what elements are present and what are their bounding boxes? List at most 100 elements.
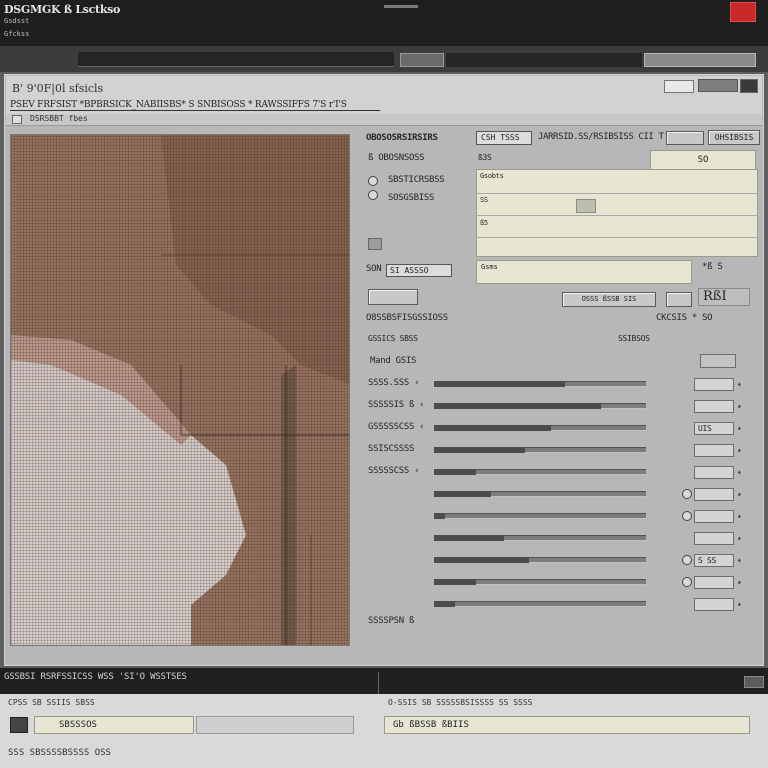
options-list-field[interactable] xyxy=(476,169,758,257)
section-sub-label: GSSICS SBSS xyxy=(368,334,418,343)
header-path: PSEV FRFSIST *BPBRSICK_NABIISBS* S SNBIS… xyxy=(10,100,347,110)
options-list-item[interactable]: Gsobts xyxy=(480,172,504,180)
action-button-right[interactable]: RßI xyxy=(698,288,750,306)
stepper-arrow-icon[interactable]: ▴ xyxy=(737,533,742,542)
slider-fill xyxy=(434,403,601,409)
toolbar-button[interactable] xyxy=(644,53,756,67)
slider-fill xyxy=(434,513,445,519)
options-list-divider xyxy=(476,193,758,194)
toolbar-slot[interactable] xyxy=(446,53,642,67)
section-heading: O8SSBSFISGSSIOSS xyxy=(366,313,448,323)
slider-label: SSSS.SSS ‹ xyxy=(368,378,420,388)
last-setting-label: SSSSPSN ß xyxy=(368,616,415,626)
action-button-middle[interactable]: OSSS ßSSB SIS xyxy=(562,292,656,307)
options-list-divider xyxy=(476,215,758,216)
stepper-arrow-icon[interactable]: ▴ xyxy=(737,423,742,432)
mode-dropdown[interactable]: CSH TSSS xyxy=(476,131,532,145)
slider-value-stepper[interactable] xyxy=(694,532,734,545)
field-side-label: *ß S xyxy=(702,262,723,272)
stepper-arrow-icon[interactable]: ▴ xyxy=(737,511,742,520)
action-button-small[interactable] xyxy=(666,292,692,307)
options-list-divider xyxy=(476,237,758,238)
options-list-item[interactable]: SS xyxy=(480,196,488,204)
section-mode-label: Mand GSIS xyxy=(370,356,417,366)
footer-input-left-secondary[interactable] xyxy=(196,716,354,734)
crop-dropdown[interactable]: SI ASSSO xyxy=(386,264,452,277)
window-button-maximize[interactable] xyxy=(698,79,738,92)
section-sub-value: SSIBSOS xyxy=(618,334,650,343)
slider-value-stepper[interactable] xyxy=(694,576,734,589)
slider-fill xyxy=(434,557,529,563)
radio-option-2-label: SOSGSBISS xyxy=(388,193,435,203)
window-title: B' 9'0F|0l sfsicls xyxy=(12,82,104,95)
slider-toggle[interactable] xyxy=(682,489,692,499)
settings-heading: OBOSOSRSIRSIRS xyxy=(366,133,438,143)
slider-value-stepper[interactable] xyxy=(694,378,734,391)
slider-value-stepper[interactable]: S SS xyxy=(694,554,734,567)
slider-label: SSISCSSSS xyxy=(368,444,415,454)
stepper-arrow-icon[interactable]: ▴ xyxy=(737,555,742,564)
slider-toggle[interactable] xyxy=(682,511,692,521)
settings-options-button[interactable]: OHSIBSIS xyxy=(708,130,760,145)
slider-value-stepper[interactable] xyxy=(694,488,734,501)
title-sub-line-2: Gfckss xyxy=(4,30,30,38)
window-button-minimize[interactable] xyxy=(664,80,694,93)
footer-input-right[interactable]: Gb ßBSSB ßBIIS xyxy=(384,716,750,734)
radio-option-1-label: SBSTICRSBSS xyxy=(388,175,445,185)
stepper-arrow-icon[interactable]: ▴ xyxy=(737,379,742,388)
stepper-arrow-icon[interactable]: ▴ xyxy=(737,467,742,476)
image-icon xyxy=(576,199,596,213)
slider-label: GSSSSSCSS ‹ xyxy=(368,422,425,432)
slider-fill xyxy=(434,579,476,585)
toolbar-button[interactable] xyxy=(400,53,444,67)
section-heading-value: CKCSIS * SO xyxy=(656,313,713,323)
slider-value-stepper[interactable] xyxy=(694,598,734,611)
slider-toggle[interactable] xyxy=(682,555,692,565)
footer-checkbox[interactable] xyxy=(10,717,28,733)
radio-option-2[interactable] xyxy=(368,190,378,200)
footer-status: SSS SBSSSSBSSSS OSS xyxy=(8,748,111,758)
slider-fill xyxy=(434,491,491,497)
action-button-left[interactable] xyxy=(368,289,418,305)
slider-value-stepper[interactable] xyxy=(694,466,734,479)
slider-toggle[interactable] xyxy=(682,577,692,587)
stepper-arrow-icon[interactable]: ▴ xyxy=(737,401,742,410)
text-input-field[interactable]: Gsms xyxy=(476,260,692,284)
slider-track[interactable] xyxy=(434,601,646,607)
slider-label: SSSSSCSS ‹ xyxy=(368,466,420,476)
footer-input-left[interactable]: SBSSSOS xyxy=(34,716,194,734)
app-title: DSGMGK ß Lsctkso xyxy=(4,3,121,16)
stepper-arrow-icon[interactable]: ▴ xyxy=(737,445,742,454)
radio-option-1[interactable] xyxy=(368,176,378,186)
slider-value-stepper[interactable] xyxy=(694,400,734,413)
toolbar-slot[interactable] xyxy=(78,52,394,67)
settings-small-button[interactable] xyxy=(666,131,704,145)
slider-value-stepper[interactable]: UIS xyxy=(694,422,734,435)
options-list-item[interactable]: ß5 xyxy=(480,219,488,227)
stepper-arrow-icon[interactable]: ▴ xyxy=(737,577,742,586)
slider-track[interactable] xyxy=(434,513,646,519)
size-label: ß OBOSNSOSS xyxy=(368,153,425,163)
window-button-close[interactable] xyxy=(740,79,758,93)
preview-pixel-grid xyxy=(11,135,349,645)
footer-button[interactable] xyxy=(744,676,764,688)
stepper-arrow-icon[interactable]: ▴ xyxy=(737,599,742,608)
slider-value-stepper[interactable] xyxy=(694,444,734,457)
subtoolbar-checkbox[interactable] xyxy=(12,115,22,124)
subtoolbar-label: DSRSBBT fbes xyxy=(30,114,88,123)
footer-title: GSSBSI RSRFSSICSS WSS 'SI'O WSSTSES xyxy=(4,672,187,682)
tool-icon[interactable] xyxy=(368,238,382,250)
close-window-button[interactable] xyxy=(730,2,756,22)
title-sub-line-1: Gsdsst xyxy=(4,17,30,25)
slider-label: SSSSSIS ß ‹ xyxy=(368,400,425,410)
value-field[interactable]: SO xyxy=(650,150,756,170)
slider-value-stepper[interactable] xyxy=(694,510,734,523)
slider-fill xyxy=(434,447,525,453)
slider-fill xyxy=(434,535,504,541)
slider-fill xyxy=(434,381,565,387)
section-mode-control[interactable] xyxy=(700,354,736,368)
stepper-arrow-icon[interactable]: ▴ xyxy=(737,489,742,498)
footer-hint-right: O-SSIS SB SSSSSBSISSSS SS SSSS xyxy=(388,698,533,707)
image-preview[interactable] xyxy=(10,134,350,646)
footer-hint-left: CPSS SB SSIIS SBSS xyxy=(8,698,95,707)
